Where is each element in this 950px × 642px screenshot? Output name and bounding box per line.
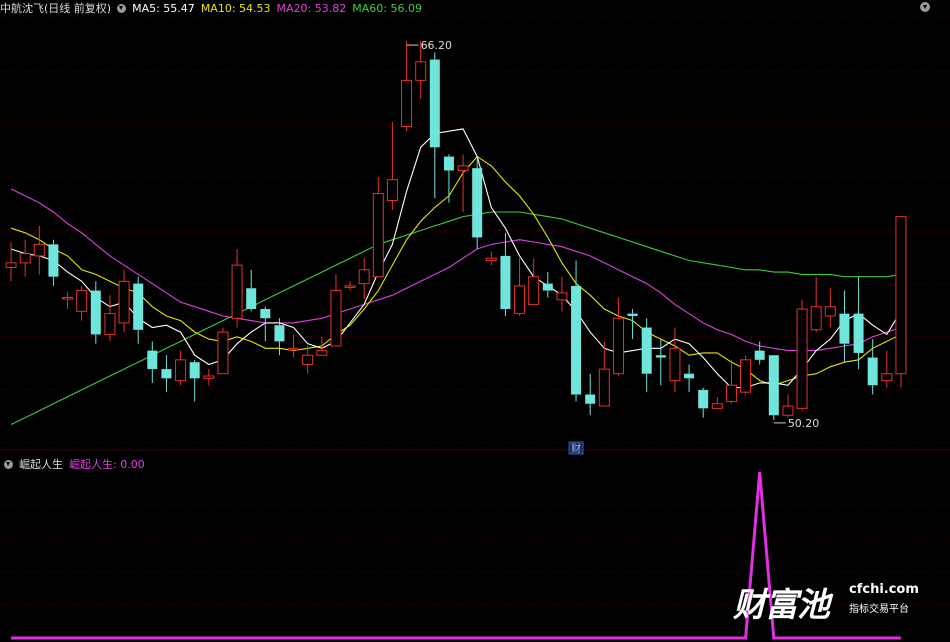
ma20-label: MA20: 53.82 — [276, 2, 347, 15]
candle-up — [612, 317, 624, 375]
candle-up — [231, 264, 243, 319]
candle-up — [302, 354, 314, 365]
candle-down — [260, 309, 271, 319]
candle-down — [641, 327, 652, 374]
candle-up — [33, 243, 45, 257]
candle-up — [556, 292, 568, 301]
candle-up — [598, 368, 610, 407]
candle-down — [839, 313, 850, 344]
candle-down — [627, 313, 638, 316]
candle-down — [246, 288, 257, 310]
indicator-dropdown-icon[interactable] — [4, 460, 13, 469]
candle-down — [571, 285, 582, 395]
watermark-logo: 财富池 cfchi.com 指标交易平台 — [733, 578, 933, 624]
candle-down — [48, 244, 59, 277]
candle-up — [316, 350, 328, 356]
logo-url: cfchi.com — [849, 582, 919, 597]
candle-up — [386, 179, 398, 201]
candle-down — [542, 283, 553, 291]
high-label: 66.20 — [421, 39, 453, 52]
logo-mark: 财富池 — [733, 585, 830, 624]
candle-down — [655, 355, 666, 358]
candle-up — [344, 285, 356, 288]
settings-dropdown-icon[interactable] — [920, 2, 930, 12]
candle-down — [443, 156, 454, 171]
candle-down — [754, 350, 765, 360]
low-label: 50.20 — [788, 417, 820, 430]
candle-down — [90, 290, 101, 335]
candle-down — [161, 369, 172, 379]
candle-down — [698, 389, 709, 409]
candle-down — [500, 255, 511, 310]
candle-up — [76, 290, 88, 312]
candle-down — [189, 362, 200, 379]
indicator-name: 崛起人生 — [19, 458, 63, 471]
ma60-line — [10, 211, 901, 425]
candle-up — [528, 276, 540, 305]
candle-down — [853, 313, 864, 353]
candle-down — [147, 350, 158, 370]
candle-up — [358, 269, 370, 285]
candle-down — [684, 373, 695, 379]
candle-up — [881, 373, 893, 382]
candle-up — [104, 313, 116, 335]
candle-up — [725, 384, 737, 402]
candle-down — [429, 59, 440, 148]
candle-down — [768, 355, 779, 416]
candle-up — [19, 253, 31, 264]
logo-slogan: 指标交易平台 — [849, 604, 909, 615]
ma5-label: MA5: 55.47 — [132, 2, 195, 15]
ma5-line — [10, 128, 902, 389]
candle-up — [175, 359, 187, 382]
candle-up — [711, 403, 723, 409]
candle-up — [217, 331, 229, 375]
candle-up — [288, 347, 300, 351]
candle-up — [810, 306, 822, 331]
candle-up — [330, 290, 342, 347]
caibao-marker: 财 — [571, 442, 581, 455]
main-chart-header: 中航沈飞(日线 前复权) MA5: 55.47 MA10: 54.53 MA20: 5… — [0, 0, 428, 18]
dropdown-icon[interactable] — [117, 4, 127, 13]
candle-up — [895, 216, 907, 375]
candle-up — [782, 405, 794, 416]
candle-up — [485, 257, 497, 262]
candle-up — [796, 308, 808, 409]
candle-up — [669, 347, 681, 382]
stock-title: 中航沈飞(日线 前复权) — [0, 2, 112, 15]
kline-chart[interactable]: 66.20 50.20 财 — [0, 0, 950, 642]
candle-up — [62, 296, 74, 300]
candle-up — [118, 280, 130, 324]
candle-up — [514, 285, 526, 315]
candle-up — [824, 306, 836, 317]
ma20-line — [10, 188, 902, 352]
indicator-header: 崛起人生 崛起人生: 0.00 — [0, 456, 151, 474]
candle-up — [372, 193, 384, 278]
candle-down — [133, 283, 144, 330]
candle-up — [5, 262, 17, 268]
candle-up — [740, 359, 752, 393]
candle-up — [401, 79, 413, 128]
indicator-value: 崛起人生: 0.00 — [69, 458, 145, 471]
candle-down — [867, 357, 878, 386]
ma60-label: MA60: 56.09 — [352, 2, 422, 15]
candle-up — [415, 61, 427, 81]
candle-down — [472, 168, 483, 238]
ma10-label: MA10: 54.53 — [200, 2, 271, 15]
candle-up — [457, 165, 469, 171]
candle-up — [203, 375, 215, 379]
candle-down — [274, 325, 285, 342]
candle-down — [585, 394, 596, 404]
